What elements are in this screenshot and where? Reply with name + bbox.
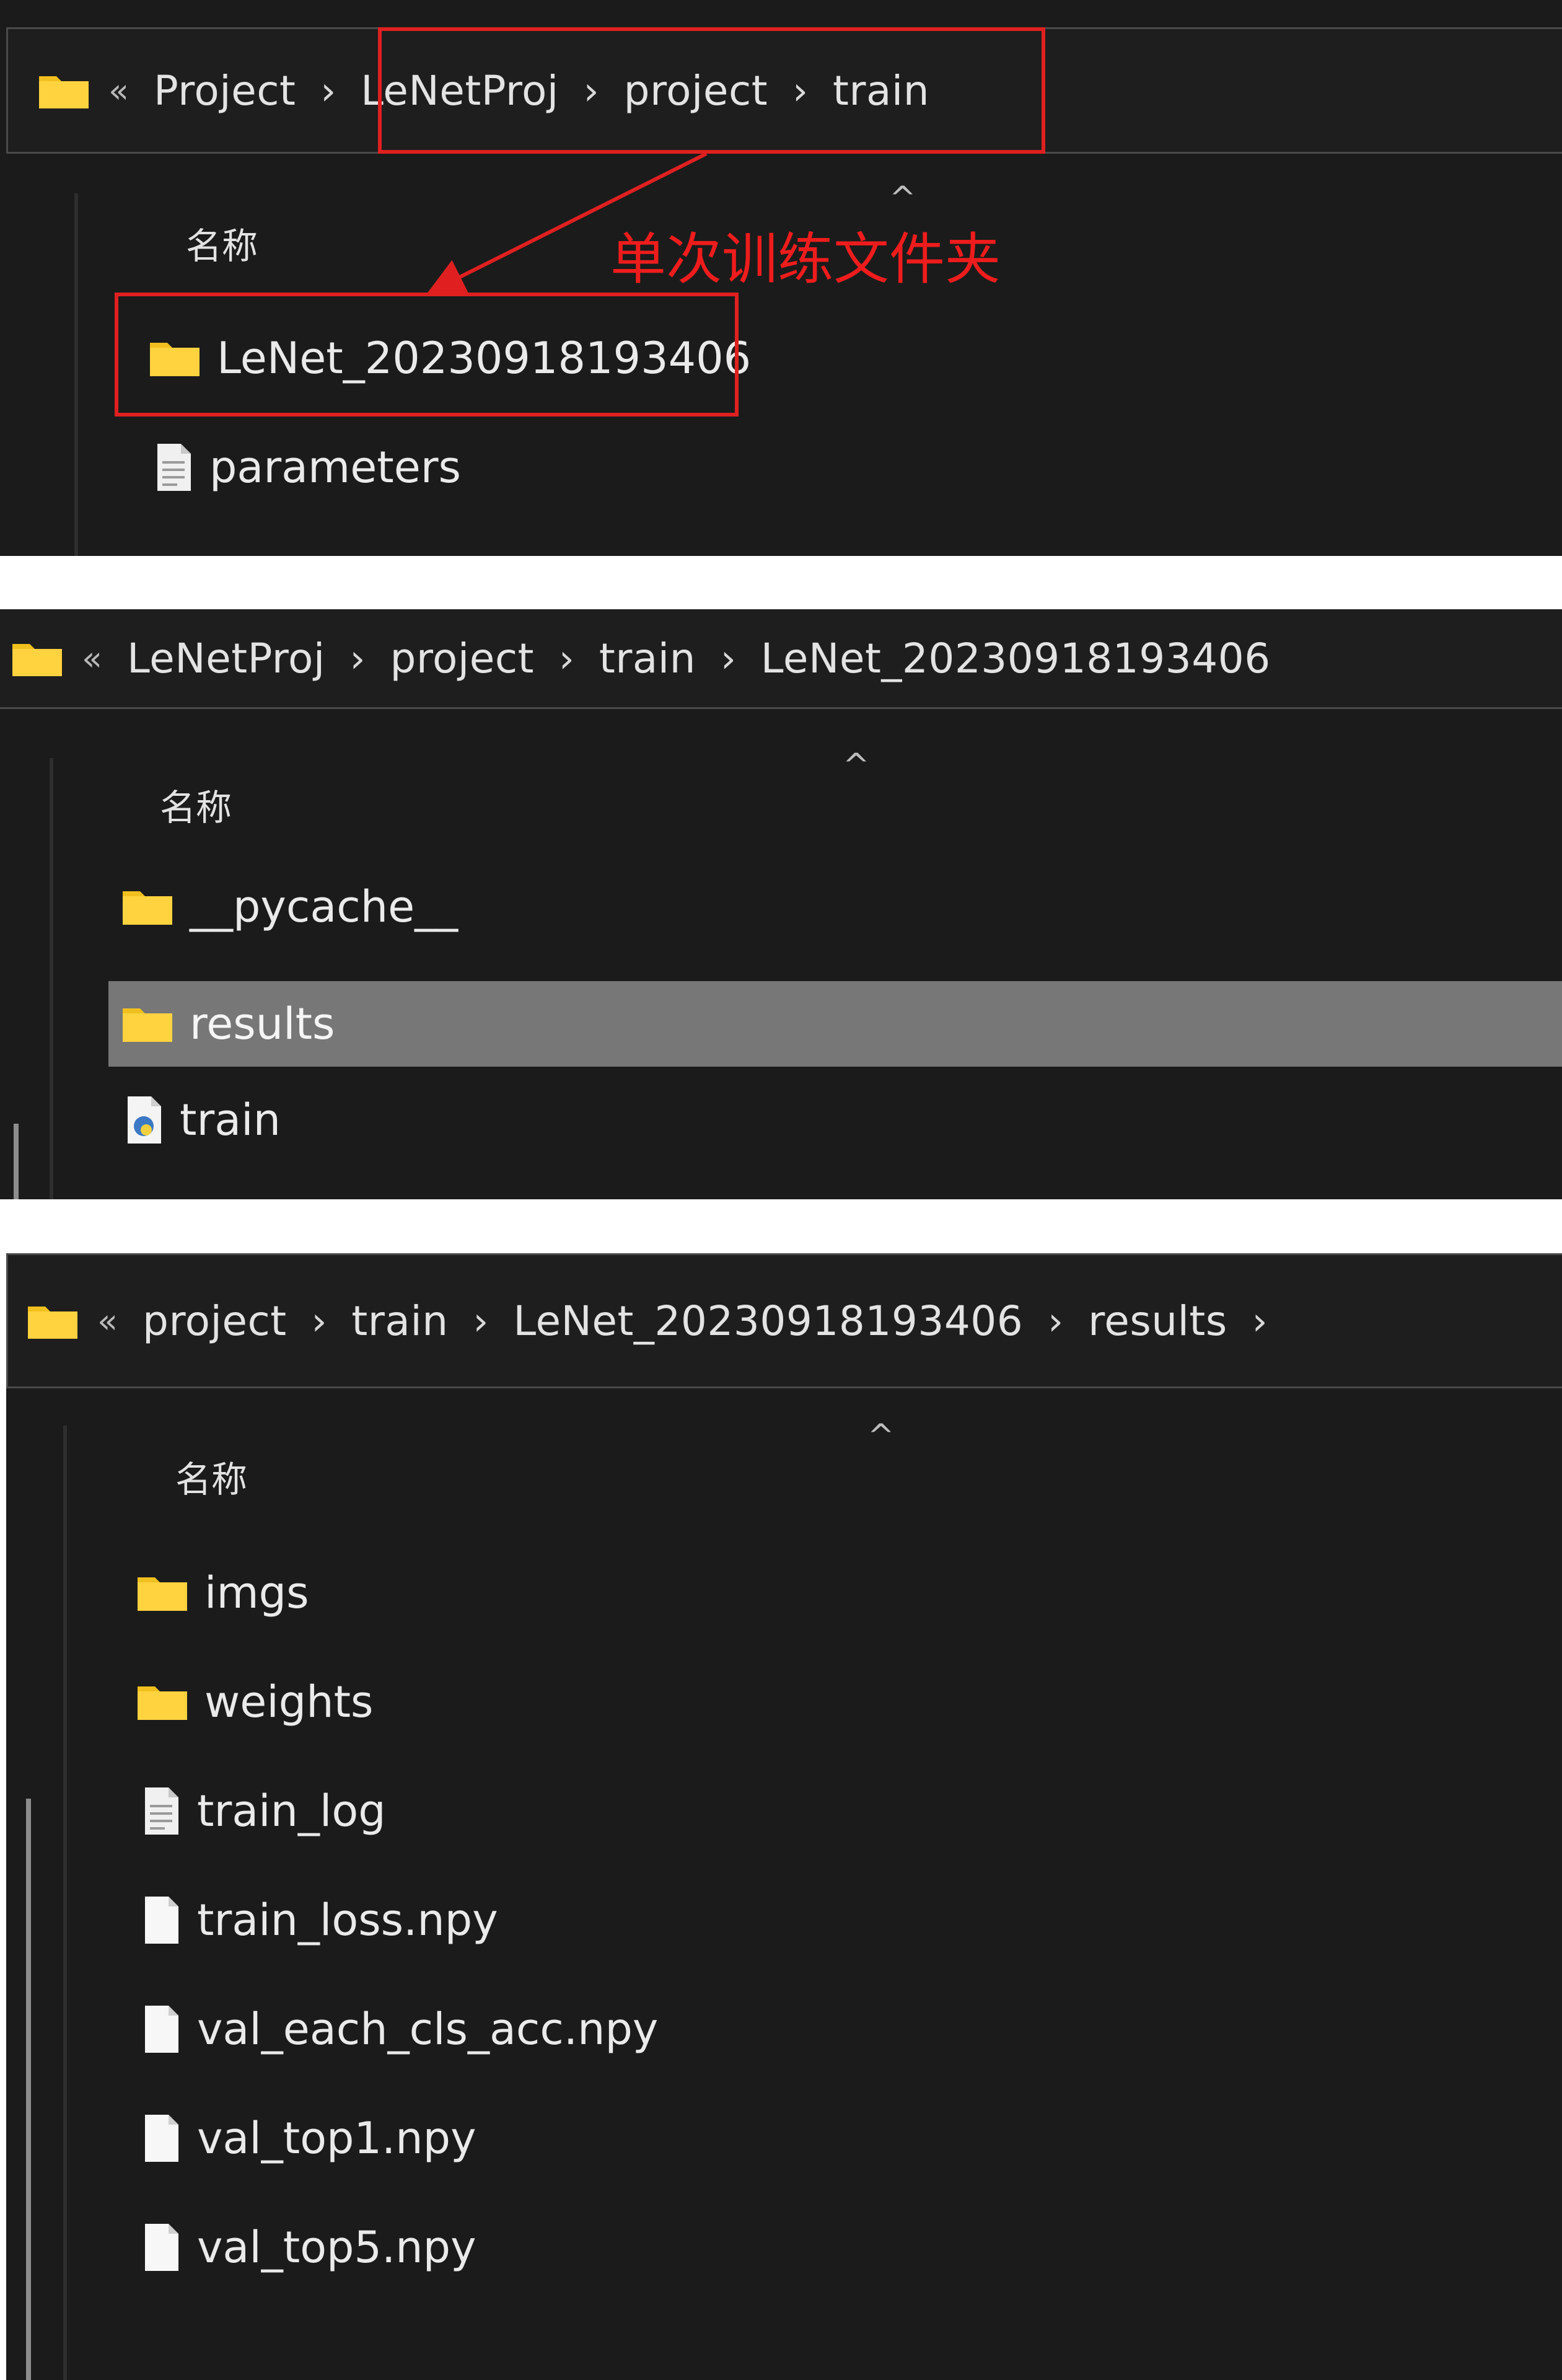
list-item[interactable]: val_top1.npy [141, 2095, 761, 2182]
folder-icon [121, 1005, 173, 1043]
sort-ascending-icon[interactable]: ^ [843, 747, 870, 784]
address-bar[interactable]: « LeNetProj › project › train › LeNet_20… [0, 609, 1562, 709]
item-name: val_top1.npy [197, 2113, 476, 2164]
file-icon [141, 2223, 181, 2272]
item-name: train [180, 1095, 281, 1145]
chevron-right-icon[interactable]: › [320, 68, 336, 113]
list-item[interactable]: __pycache__ [121, 863, 741, 950]
breadcrumb-overflow[interactable]: « [97, 1302, 118, 1341]
list-item[interactable]: train_loss.npy [141, 1877, 761, 1963]
text-file-icon [154, 443, 193, 492]
chevron-right-icon[interactable]: › [1048, 1298, 1063, 1344]
list-item[interactable]: train_log [141, 1768, 761, 1854]
breadcrumb-item-project[interactable]: project [390, 635, 534, 682]
list-item-selected[interactable]: results [108, 981, 1562, 1067]
item-name: results [190, 998, 335, 1049]
folder-icon [38, 71, 90, 110]
chevron-right-icon[interactable]: › [350, 636, 366, 681]
breadcrumb-overflow[interactable]: « [82, 639, 102, 678]
navigation-pane-divider[interactable] [50, 758, 53, 1199]
breadcrumb: « LeNetProj › project › train › LeNet_20… [11, 609, 1271, 707]
sort-ascending-icon[interactable]: ^ [867, 1417, 895, 1455]
breadcrumb-item-train[interactable]: train [599, 635, 696, 682]
chevron-right-icon[interactable]: › [1252, 1298, 1268, 1344]
folder-icon [27, 1302, 79, 1340]
breadcrumb-item-project[interactable]: project [143, 1297, 287, 1345]
explorer-panel-train: « Project › LeNetProj › project › train … [0, 0, 1562, 556]
python-file-icon [124, 1095, 164, 1145]
breadcrumb-item-lenetproj[interactable]: LeNetProj [127, 635, 325, 682]
item-name: val_each_cls_acc.npy [197, 2004, 659, 2055]
list-item[interactable]: val_each_cls_acc.npy [141, 1986, 885, 2073]
scrollbar[interactable] [26, 1799, 31, 2380]
item-name: __pycache__ [190, 881, 459, 932]
address-bar[interactable]: « project › train › LeNet_20230918193406… [6, 1253, 1562, 1388]
list-item[interactable]: weights [136, 1659, 756, 1745]
breadcrumb: « project › train › LeNet_20230918193406… [27, 1255, 1292, 1386]
column-header-name[interactable]: 名称 [186, 217, 258, 269]
breadcrumb-item-lenet-run[interactable]: LeNet_20230918193406 [513, 1297, 1023, 1345]
list-item[interactable]: train [124, 1077, 744, 1163]
chevron-right-icon[interactable]: › [473, 1298, 489, 1344]
item-name: imgs [204, 1567, 309, 1618]
breadcrumb-item-project-root[interactable]: Project [154, 67, 296, 115]
breadcrumb-item-results[interactable]: results [1088, 1297, 1227, 1345]
breadcrumb-item-lenet-run[interactable]: LeNet_20230918193406 [761, 635, 1271, 682]
navigation-pane-divider[interactable] [63, 1426, 67, 2380]
column-header-name[interactable]: 名称 [175, 1450, 247, 1502]
list-item[interactable]: imgs [136, 1549, 756, 1636]
explorer-panel-results: « project › train › LeNet_20230918193406… [6, 1253, 1562, 2380]
annotation-highlight-breadcrumb [378, 27, 1045, 154]
list-item[interactable]: parameters [154, 424, 711, 511]
item-name: weights [204, 1677, 374, 1727]
folder-icon [136, 1683, 188, 1721]
file-icon [141, 1895, 181, 1945]
sort-ascending-icon[interactable]: ^ [889, 180, 916, 217]
file-icon [141, 2004, 181, 2054]
chevron-right-icon[interactable]: › [312, 1298, 327, 1344]
item-name: val_top5.npy [197, 2222, 476, 2273]
folder-icon [11, 639, 63, 677]
breadcrumb-item-train[interactable]: train [351, 1297, 448, 1345]
scrollbar[interactable] [14, 1124, 19, 1199]
folder-icon [121, 888, 173, 926]
navigation-pane-divider[interactable] [74, 193, 78, 556]
annotation-label: 单次训练文件夹 [610, 227, 1001, 292]
list-item[interactable]: val_top5.npy [141, 2204, 761, 2291]
annotation-highlight-folder [115, 293, 739, 416]
folder-icon [136, 1574, 188, 1612]
text-file-icon [141, 1786, 181, 1836]
breadcrumb-overflow[interactable]: « [108, 71, 129, 110]
file-icon [141, 2113, 181, 2163]
explorer-panel-lenet-run: « LeNetProj › project › train › LeNet_20… [0, 609, 1562, 1199]
item-name: train_loss.npy [197, 1895, 498, 1946]
item-name: parameters [209, 442, 462, 493]
chevron-right-icon[interactable]: › [559, 636, 574, 681]
chevron-right-icon[interactable]: › [721, 636, 736, 681]
item-name: train_log [197, 1786, 386, 1836]
column-header-name[interactable]: 名称 [160, 778, 232, 831]
